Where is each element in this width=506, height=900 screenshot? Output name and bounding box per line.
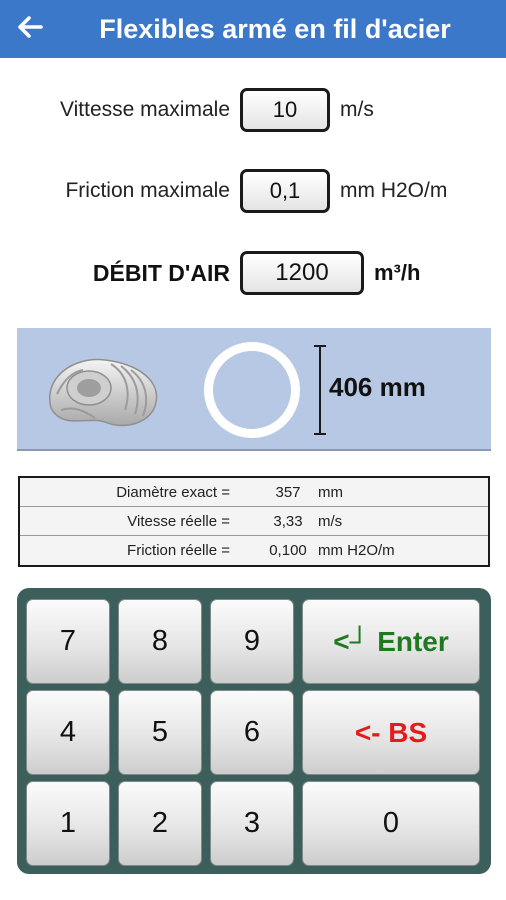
max-friction-unit: mm H2O/m (340, 179, 448, 202)
max-friction-label: Friction maximale (65, 179, 230, 202)
back-button[interactable] (10, 9, 50, 49)
key-2[interactable]: 2 (118, 781, 202, 866)
result-value: 357 (275, 484, 301, 501)
max-speed-input[interactable]: 10 (240, 88, 330, 132)
duct-panel: 406 mm (17, 328, 491, 451)
key-9[interactable]: 9 (210, 599, 294, 684)
result-label: Vitesse réelle = (127, 513, 230, 530)
air-flow-input[interactable]: 1200 (240, 251, 364, 295)
result-unit: mm (318, 484, 343, 501)
air-flow-label: DÉBIT D'AIR (92, 260, 230, 286)
result-row-friction: Friction réelle = 0,100 mm H2O/m (20, 536, 488, 565)
max-friction-input[interactable]: 0,1 (240, 169, 330, 213)
key-0[interactable]: 0 (302, 781, 480, 866)
numeric-keypad: 7 8 9 <┘ Enter 4 5 6 <- BS 1 2 3 0 (17, 588, 491, 874)
result-unit: m/s (318, 513, 343, 530)
key-6[interactable]: 6 (210, 690, 294, 775)
air-flow-unit: m³/h (374, 260, 421, 285)
max-friction-row: Friction maximale 0,1 mm H2O/m (0, 166, 506, 216)
app-bar: Flexibles armé en fil d'acier (0, 0, 506, 58)
result-label: Diamètre exact = (116, 484, 230, 501)
results-table: Diamètre exact = 357 mm Vitesse réelle =… (18, 476, 490, 567)
key-8[interactable]: 8 (118, 599, 202, 684)
key-5[interactable]: 5 (118, 690, 202, 775)
page-title: Flexibles armé en fil d'acier (99, 14, 451, 44)
key-3[interactable]: 3 (210, 781, 294, 866)
result-value: 0,100 (269, 542, 307, 559)
result-row-speed: Vitesse réelle = 3,33 m/s (20, 507, 488, 536)
max-speed-unit: m/s (340, 98, 374, 121)
result-unit: mm H2O/m (318, 542, 395, 559)
result-label: Friction réelle = (127, 542, 230, 559)
arrow-left-icon (15, 12, 45, 47)
enter-key[interactable]: <┘ Enter (302, 599, 480, 684)
result-row-diameter: Diamètre exact = 357 mm (20, 478, 488, 507)
key-1[interactable]: 1 (26, 781, 110, 866)
max-speed-label: Vittesse maximale (59, 98, 230, 121)
key-7[interactable]: 7 (26, 599, 110, 684)
flexible-duct-image (43, 348, 167, 432)
key-4[interactable]: 4 (26, 690, 110, 775)
duct-cross-section (204, 342, 300, 438)
backspace-key[interactable]: <- BS (302, 690, 480, 775)
diameter-label: 406 mm (329, 372, 426, 402)
max-speed-row: Vittesse maximale 10 m/s (0, 85, 506, 135)
result-value: 3,33 (273, 513, 303, 530)
dimension-tick-bottom (314, 433, 326, 435)
dimension-line (319, 346, 321, 434)
air-flow-row: DÉBIT D'AIR 1200 m³/h (0, 248, 506, 298)
